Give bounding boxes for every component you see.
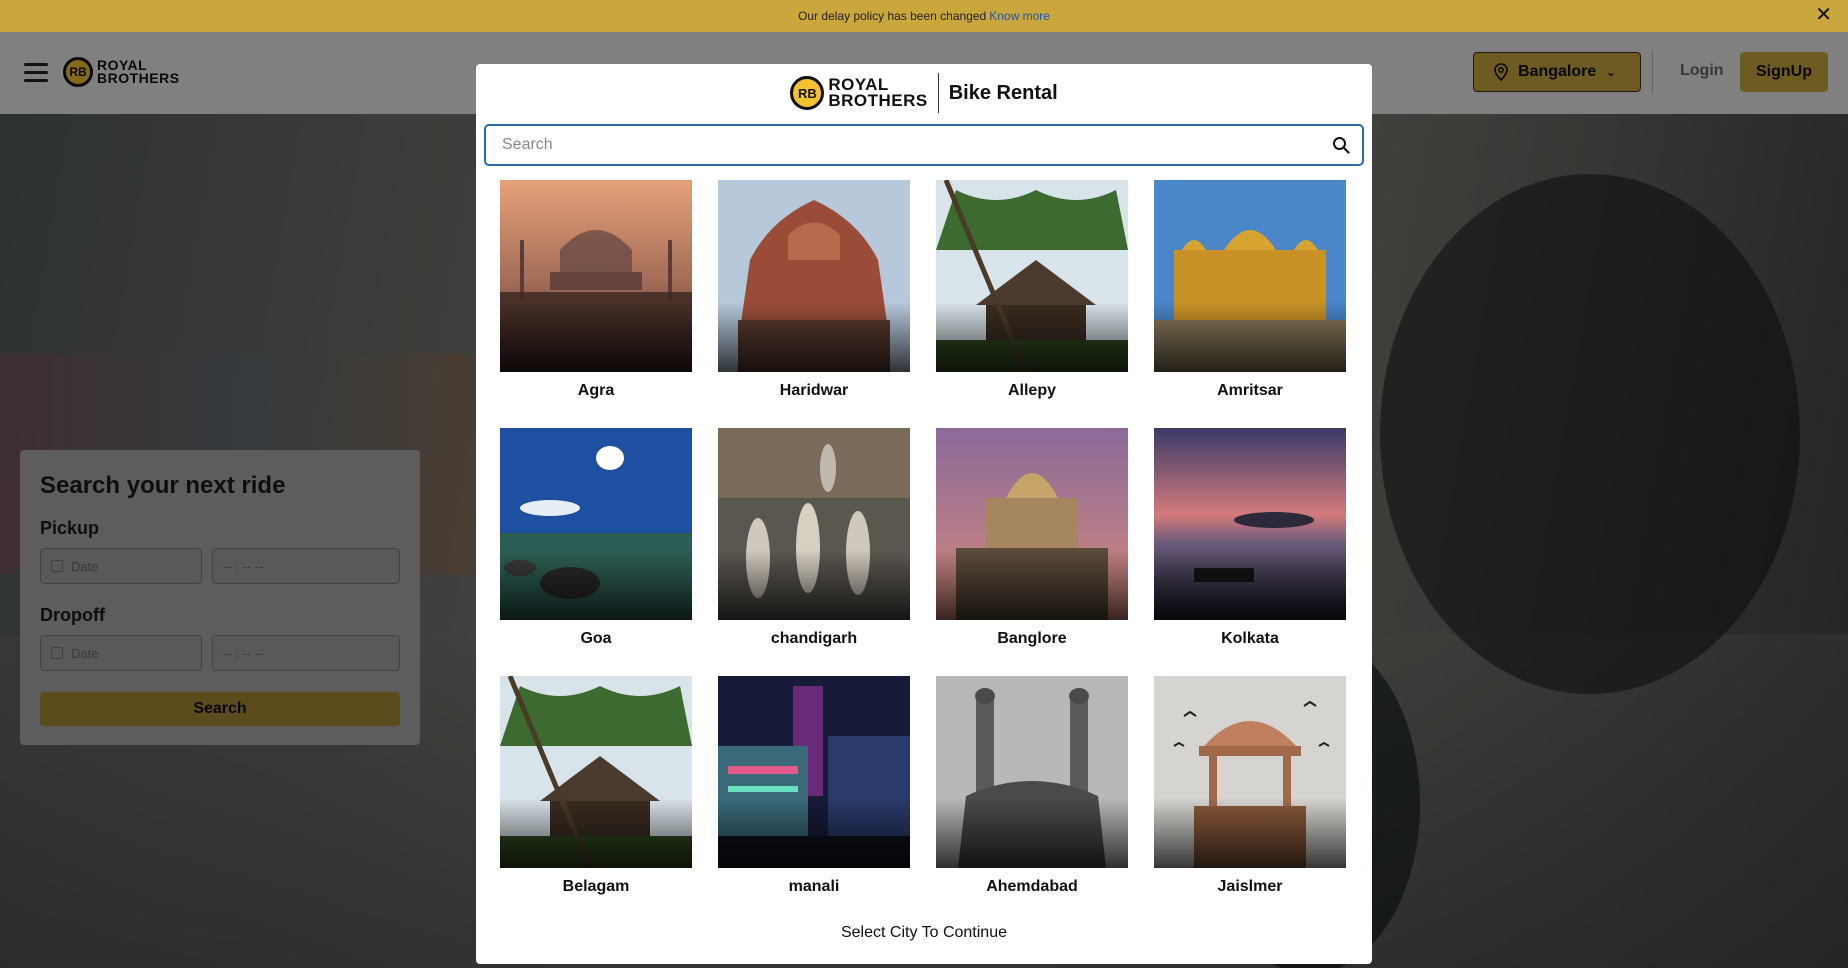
city-name: Haridwar [779,382,849,399]
city-image-haridwar [718,180,910,372]
city-card-belagam[interactable]: Belagam [500,676,692,896]
city-name: Agra [577,382,615,399]
logo-line-2: BROTHERS [828,91,928,110]
city-image-manali [718,676,910,868]
modal-logo: RB ROYAL BROTHERS [790,76,927,110]
city-name: Goa [580,630,612,647]
banner-text: Our delay policy has been changed [798,9,987,23]
select-city-hint: Select City To Continue [840,924,1007,941]
city-name: manali [788,878,840,895]
city-card-chandigarh[interactable]: chandigarh [718,428,910,648]
city-card-jaislmer[interactable]: Jaislmer [1154,676,1346,896]
city-image-allepy [936,180,1128,372]
logo-badge: RB [790,76,825,110]
city-image-agra [500,180,692,372]
city-name: Jaislmer [1217,878,1283,895]
logo-divider [937,73,939,113]
city-image-belagam [500,676,692,868]
city-image-chandigarh [718,428,910,620]
city-image-amritsar [1154,180,1346,372]
city-image-ahemdabad [936,676,1128,868]
modal-title: Bike Rental [948,81,1058,104]
city-image-kolkata [1154,428,1346,620]
city-name: Allepy [1007,382,1056,399]
city-image-banglore [936,428,1128,620]
city-card-kolkata[interactable]: Kolkata [1154,428,1346,648]
city-name: Amritsar [1217,382,1283,399]
city-card-amritsar[interactable]: Amritsar [1154,180,1346,400]
city-card-allepy[interactable]: Allepy [936,180,1128,400]
city-card-ahemdabad[interactable]: Ahemdabad [936,676,1128,896]
city-name: chandigarh [770,630,858,647]
city-name: Banglore [997,630,1067,647]
city-selection-modal: RB ROYAL BROTHERS Bike Rental Search Agr… [476,64,1372,964]
city-name: Kolkata [1221,630,1279,647]
city-image-goa [500,428,692,620]
modal-header: RB ROYAL BROTHERS Bike Rental [476,64,1372,122]
city-card-agra[interactable]: Agra [500,180,692,400]
announcement-banner: Our delay policy has been changed Know m… [0,0,1848,32]
search-icon[interactable] [1332,136,1350,154]
city-card-goa[interactable]: Goa [500,428,692,648]
city-card-manali[interactable]: manali [718,676,910,896]
city-search-input[interactable] [502,136,1332,154]
city-search-box [484,124,1364,166]
city-card-banglore[interactable]: Banglore [936,428,1128,648]
city-name: Belagam [562,878,630,895]
close-icon[interactable]: ✕ [1815,4,1832,26]
city-image-jaislmer [1154,676,1346,868]
banner-know-more-link[interactable]: Know more [989,9,1050,23]
city-name: Ahemdabad [986,878,1078,895]
city-card-haridwar[interactable]: Haridwar [718,180,910,400]
